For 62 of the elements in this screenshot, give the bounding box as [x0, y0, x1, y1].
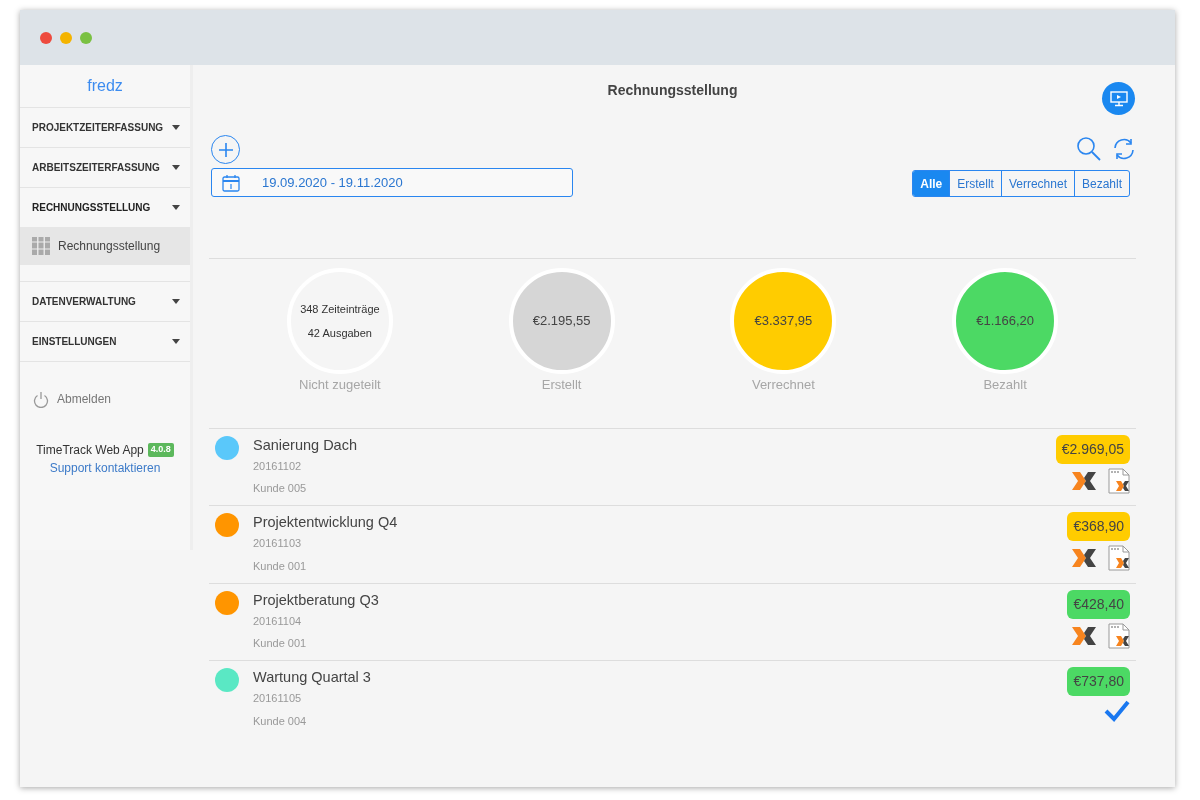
sidebar-item[interactable]: Rechnungsstellung	[20, 227, 190, 265]
refresh-icon[interactable]	[1112, 137, 1136, 161]
invoice-name[interactable]: Sanierung Dach	[253, 434, 357, 455]
sidebar-section[interactable]: DATENVERWALTUNG	[20, 282, 190, 321]
summary-label: Verrechnet	[751, 376, 815, 394]
filter-tab[interactable]: Bezahlt	[1073, 171, 1129, 196]
amount-text: €3.337,95	[754, 312, 813, 331]
invoice-name[interactable]: Wartung Quartal 3	[253, 667, 371, 687]
caret-icon	[172, 165, 180, 170]
filter-tab[interactable]: Verrechnet	[1000, 171, 1074, 196]
export-x-icon[interactable]	[1072, 471, 1096, 490]
amount-badge: €737,80	[1067, 667, 1130, 696]
pdf-export-icon[interactable]	[1108, 545, 1130, 571]
user-name: fredz	[87, 76, 123, 96]
invoice-number: 20161105	[253, 691, 303, 706]
binders-icon	[32, 237, 50, 255]
monitor-icon	[1109, 90, 1128, 107]
count-text: 348 Zeiteinträge	[300, 301, 380, 317]
invoice-number: 20161103	[253, 536, 303, 551]
amount-badge: €2.969,05	[1055, 434, 1130, 464]
support-link[interactable]: Support kontaktieren	[49, 459, 161, 477]
logout-button[interactable]: Abmelden	[33, 390, 112, 408]
filter-tab[interactable]: Erstellt	[949, 171, 1001, 196]
caret-icon	[172, 205, 180, 210]
caret-icon	[172, 299, 180, 304]
page-title: Rechnungsstellung	[607, 80, 738, 100]
filter-tab[interactable]: Alle	[913, 171, 950, 196]
date-range-field[interactable]: 19.09.2020 - 19.11.2020	[211, 168, 573, 197]
search-icon[interactable]	[1076, 136, 1102, 162]
count-text: 42 Ausgaben	[307, 326, 372, 341]
screen-button[interactable]	[1102, 82, 1135, 115]
app-name: TimeTrack Web App	[36, 442, 144, 459]
summary-label: Erstellt	[541, 376, 582, 394]
invoice-name[interactable]: Projektberatung Q3	[253, 589, 379, 610]
export-x-icon[interactable]	[1072, 549, 1096, 567]
sidebar-section[interactable]: ARBEITSZEITERFASSUNG	[20, 148, 190, 187]
caret-icon	[172, 125, 180, 130]
customer-name: Kunde 001	[253, 558, 308, 574]
customer-name: Kunde 004	[253, 713, 308, 729]
amount-text: €1.166,20	[976, 312, 1035, 331]
customer-name: Kunde 005	[253, 481, 308, 496]
summary-label: Nicht zugeteilt	[299, 376, 381, 394]
invoice-number: 20161102	[253, 458, 303, 474]
calendar-icon	[222, 173, 240, 192]
pdf-export-icon[interactable]	[1108, 467, 1130, 494]
checkmark-icon	[1104, 700, 1130, 722]
amount-badge: €368,90	[1067, 512, 1130, 541]
customer-name: Kunde 001	[253, 636, 308, 651]
amount-badge: €428,40	[1067, 589, 1130, 619]
pdf-export-icon[interactable]	[1108, 622, 1130, 649]
power-icon	[33, 390, 49, 408]
amount-text: €2.195,55	[532, 312, 591, 331]
sidebar-section[interactable]: PROJEKTZEITERFASSUNG	[20, 108, 190, 147]
summary-label: Bezahlt	[983, 376, 1027, 394]
version-badge: 4.0.8	[147, 443, 174, 457]
plus-icon	[217, 141, 234, 158]
sidebar-section[interactable]: EINSTELLUNGEN	[20, 322, 190, 361]
export-x-icon[interactable]	[1072, 626, 1096, 645]
caret-icon	[172, 339, 180, 344]
invoice-number: 20161104	[253, 613, 303, 629]
sidebar-section[interactable]: RECHNUNGSSTELLUNG	[20, 188, 190, 227]
invoice-name[interactable]: Projektentwicklung Q4	[253, 512, 398, 532]
